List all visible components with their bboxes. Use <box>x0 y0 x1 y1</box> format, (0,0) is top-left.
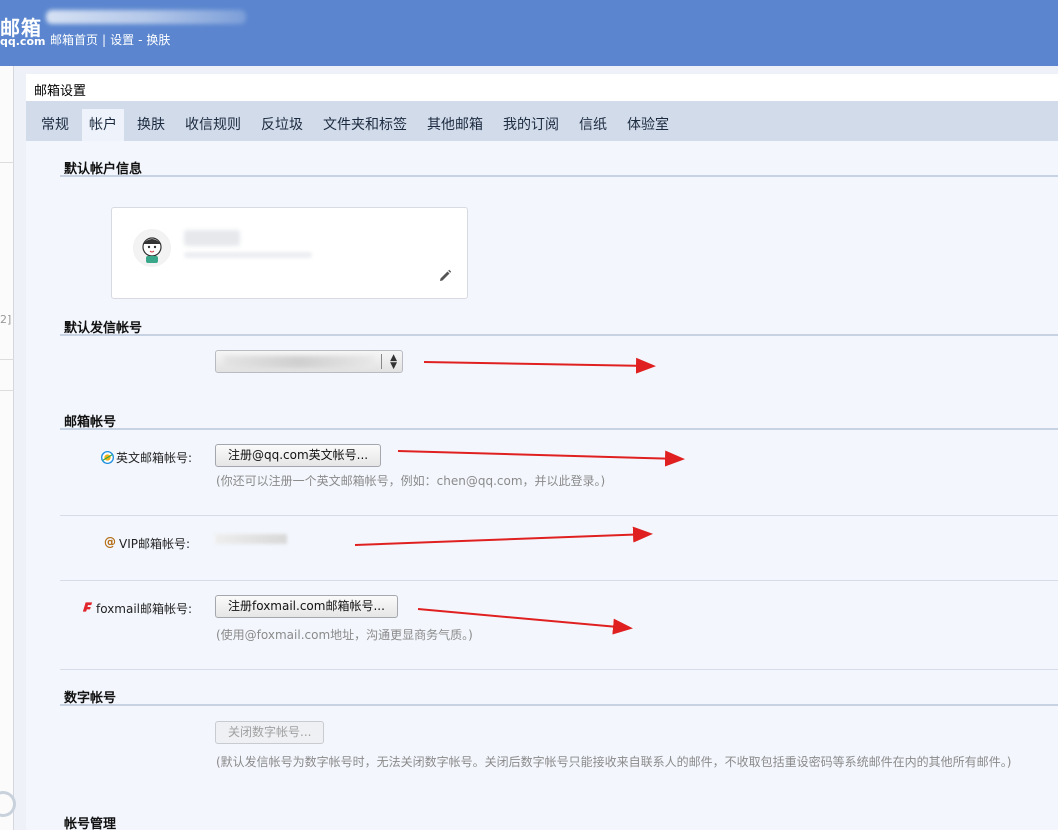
sidebar-divider <box>0 162 14 163</box>
sidebar-divider <box>0 390 14 391</box>
close-digital-account-button: 关闭数字帐号... <box>215 721 325 744</box>
english-account-hint: (你还可以注册一个英文邮箱帐号，例如：chen@qq.com，并以此登录。) <box>216 474 606 488</box>
tab-folders-labels[interactable]: 文件夹和标签 <box>316 109 414 141</box>
pencil-icon[interactable] <box>437 268 453 284</box>
section-divider <box>60 428 1058 430</box>
default-sender-select[interactable]: ▲ ▼ <box>215 350 403 373</box>
foxmail-account-label: foxmail邮箱帐号: <box>96 602 193 616</box>
left-sidebar: 2] <box>0 66 16 830</box>
tab-skin[interactable]: 换肤 <box>130 109 172 141</box>
qq-icon <box>101 451 114 464</box>
register-english-account-button[interactable]: 注册@qq.com英文帐号... <box>215 444 382 467</box>
section-title-account-management: 帐号管理 <box>64 817 117 830</box>
tab-receive-rules[interactable]: 收信规则 <box>178 109 248 141</box>
section-divider <box>60 334 1058 336</box>
tab-general[interactable]: 常规 <box>34 109 76 141</box>
skin-link[interactable]: 换肤 <box>146 33 170 47</box>
register-foxmail-account-button[interactable]: 注册foxmail.com邮箱帐号... <box>215 595 398 618</box>
user-name-redacted <box>46 10 246 24</box>
vip-account-redacted <box>215 534 287 544</box>
section-divider <box>60 704 1058 706</box>
foxmail-icon <box>82 602 93 612</box>
loading-spinner-icon <box>0 791 16 817</box>
sidebar-fragment-text: 2] <box>0 313 12 326</box>
header-links: 邮箱首页 | 设置 - 换肤 <box>50 31 170 48</box>
tab-anti-spam[interactable]: 反垃圾 <box>254 109 310 141</box>
tab-my-subscriptions[interactable]: 我的订阅 <box>496 109 566 141</box>
row-divider <box>60 515 1058 516</box>
tab-stationery[interactable]: 信纸 <box>572 109 614 141</box>
updown-arrows-icon: ▲ ▼ <box>390 353 397 371</box>
select-divider <box>381 354 382 369</box>
tab-lab[interactable]: 体验室 <box>620 109 676 141</box>
logo-domain: qq.com <box>0 35 46 48</box>
section-divider <box>60 175 1058 177</box>
account-card <box>111 207 468 299</box>
link-separator: | <box>102 33 107 47</box>
tab-account[interactable]: 帐户 <box>82 109 124 141</box>
top-header: 邮箱 qq.com 邮箱首页 | 设置 - 换肤 <box>0 0 1058 66</box>
settings-link[interactable]: 设置 <box>110 33 134 47</box>
mail-home-link[interactable]: 邮箱首页 <box>50 33 98 47</box>
sidebar-divider <box>0 359 14 360</box>
avatar[interactable] <box>133 229 171 267</box>
link-separator: - <box>138 33 143 47</box>
row-divider <box>60 580 1058 581</box>
digital-account-hint: (默认发信帐号为数字帐号时，无法关闭数字帐号。关闭后数字帐号只能接收来自联系人的… <box>216 755 1012 769</box>
account-name-redacted <box>184 230 240 246</box>
sender-address-redacted <box>224 356 374 368</box>
row-divider <box>60 669 1058 670</box>
settings-tabs: 常规 帐户 换肤 收信规则 反垃圾 文件夹和标签 其他邮箱 我的订阅 信纸 体验… <box>26 101 1058 141</box>
vip-account-label: VIP邮箱帐号: <box>119 537 191 551</box>
english-account-label: 英文邮箱帐号: <box>116 451 193 465</box>
foxmail-account-hint: (使用@foxmail.com地址，沟通更显商务气质。) <box>216 628 473 642</box>
at-sign-icon: @ <box>104 535 116 549</box>
tab-other-mailboxes[interactable]: 其他邮箱 <box>420 109 490 141</box>
account-email-redacted <box>184 252 312 258</box>
page-title: 邮箱设置 <box>34 84 87 99</box>
